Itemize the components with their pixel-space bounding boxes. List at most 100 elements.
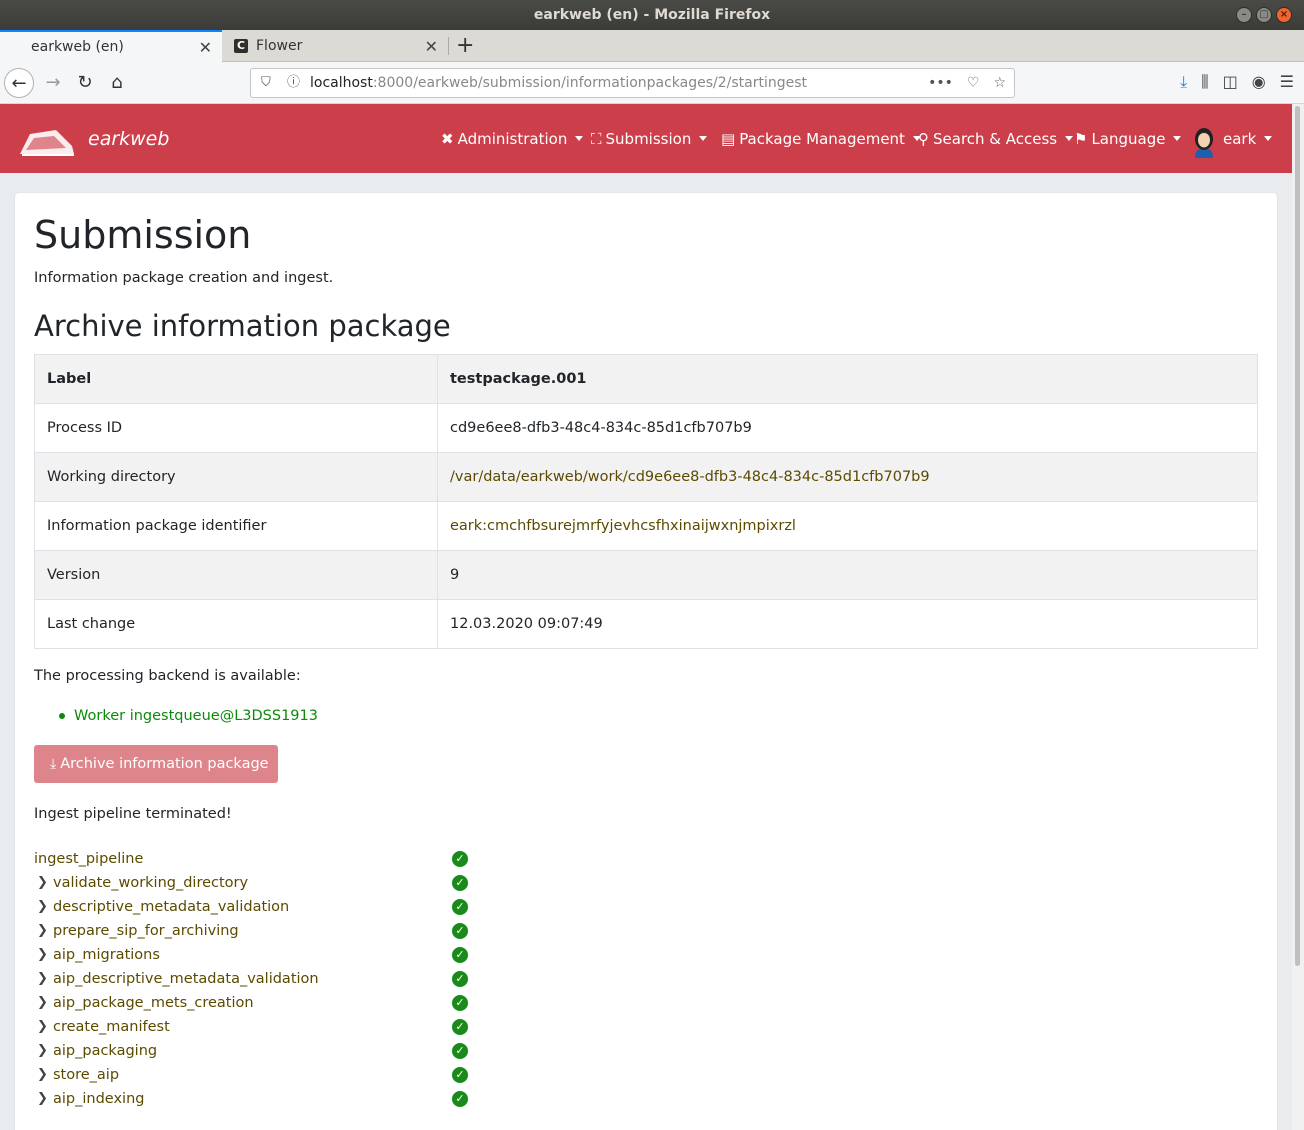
download-icon: ⤓ xyxy=(50,756,57,772)
task-name[interactable]: descriptive_metadata_validation xyxy=(53,895,289,919)
task-name[interactable]: create_manifest xyxy=(53,1015,170,1039)
close-tab-icon[interactable]: ✕ xyxy=(425,37,438,56)
task-item[interactable]: ❯ aip_indexing ✓ xyxy=(34,1087,494,1111)
working-directory-link[interactable]: /var/data/earkweb/work/cd9e6ee8-dfb3-48c… xyxy=(437,452,1258,502)
package-identifier-link[interactable]: eark:cmchfbsurejmrfyjevhcsfhxinaijwxnjmp… xyxy=(437,501,1258,551)
brand-name[interactable]: earkweb xyxy=(88,128,169,150)
menu-user[interactable]: eark xyxy=(1223,104,1273,173)
menu-administration[interactable]: ✖ Administration xyxy=(441,104,584,173)
task-name[interactable]: aip_packaging xyxy=(53,1039,157,1063)
task-name[interactable]: aip_migrations xyxy=(53,943,160,967)
package-info-table: Label testpackage.001 Process ID cd9e6ee… xyxy=(34,354,1258,649)
library-icon[interactable]: ⫼ xyxy=(1201,72,1208,92)
url-path: :8000/earkweb/submission/informationpack… xyxy=(372,75,808,91)
tab-title: Flower xyxy=(256,38,303,54)
chevron-right-icon[interactable]: ❯ xyxy=(37,967,48,991)
menu-icon[interactable]: ☰ xyxy=(1280,72,1294,92)
tab-bar: earkweb (en) ✕ C Flower ✕ + xyxy=(0,30,1304,62)
pocket-icon[interactable]: ♡ xyxy=(967,69,980,97)
menu-label: Package Management xyxy=(739,129,905,148)
tab-divider xyxy=(448,37,449,55)
backend-status-text: The processing backend is available: xyxy=(34,668,301,684)
chevron-right-icon[interactable]: ❯ xyxy=(37,943,48,967)
chevron-right-icon[interactable]: ❯ xyxy=(37,1015,48,1039)
menu-language[interactable]: ⚑ Language xyxy=(1074,104,1182,173)
check-circle-icon: ✓ xyxy=(452,899,468,915)
chevron-right-icon[interactable]: ❯ xyxy=(37,895,48,919)
check-circle-icon: ✓ xyxy=(452,1019,468,1035)
tab-flower[interactable]: C Flower ✕ xyxy=(224,30,448,62)
page-scrollbar[interactable] xyxy=(1292,104,1304,1130)
check-circle-icon: ✓ xyxy=(452,923,468,939)
minimize-icon[interactable]: – xyxy=(1236,7,1252,23)
new-tab-icon[interactable]: + xyxy=(456,33,474,58)
window-title: earkweb (en) - Mozilla Firefox xyxy=(533,7,771,23)
home-icon[interactable]: ⌂ xyxy=(102,68,132,98)
table-key: Last change xyxy=(34,599,438,649)
task-name[interactable]: aip_indexing xyxy=(53,1087,144,1111)
table-key: Working directory xyxy=(34,452,438,502)
maximize-icon[interactable]: □ xyxy=(1256,7,1272,23)
user-avatar-icon[interactable] xyxy=(1189,126,1219,158)
shield-icon[interactable]: ⛉ xyxy=(261,69,271,97)
task-item[interactable]: ❯ aip_package_mets_creation ✓ xyxy=(34,991,494,1015)
ingest-status-text: Ingest pipeline terminated! xyxy=(34,806,232,822)
page-title: Submission xyxy=(34,213,252,257)
task-item[interactable]: ❯ aip_migrations ✓ xyxy=(34,943,494,967)
url-text[interactable]: localhost:8000/earkweb/submission/inform… xyxy=(310,69,807,97)
table-row: Last change 12.03.2020 09:07:49 xyxy=(34,599,1258,649)
forward-icon[interactable]: → xyxy=(38,68,68,98)
info-icon[interactable]: ⓘ xyxy=(287,69,300,97)
sidebar-icon[interactable]: ◫ xyxy=(1223,72,1238,92)
task-name[interactable]: prepare_sip_for_archiving xyxy=(53,919,239,943)
account-icon[interactable]: ◉ xyxy=(1252,72,1266,92)
check-circle-icon: ✓ xyxy=(452,875,468,891)
task-name[interactable]: ingest_pipeline xyxy=(34,847,143,871)
menu-label: Submission xyxy=(605,129,692,148)
table-value: 12.03.2020 09:07:49 xyxy=(437,599,1258,649)
bookmark-star-icon[interactable]: ☆ xyxy=(993,69,1006,97)
menu-search-access[interactable]: ⚲ Search & Access xyxy=(918,104,1074,173)
bullet-icon xyxy=(59,713,65,719)
close-tab-icon[interactable]: ✕ xyxy=(199,38,212,57)
flower-favicon-icon: C xyxy=(234,39,248,53)
chevron-right-icon[interactable]: ❯ xyxy=(37,919,48,943)
close-window-icon[interactable]: × xyxy=(1276,7,1292,23)
task-item[interactable]: ❯ aip_descriptive_metadata_validation ✓ xyxy=(34,967,494,991)
chevron-right-icon[interactable]: ❯ xyxy=(37,1063,48,1087)
earkweb-logo-icon[interactable] xyxy=(16,124,76,158)
menu-submission[interactable]: ⛶ Submission xyxy=(591,104,708,173)
tab-earkweb[interactable]: earkweb (en) ✕ xyxy=(0,30,222,62)
chevron-right-icon[interactable]: ❯ xyxy=(37,991,48,1015)
chevron-right-icon[interactable]: ❯ xyxy=(37,871,48,895)
address-bar[interactable]: ⛉ ⓘ localhost:8000/earkweb/submission/in… xyxy=(250,68,1015,98)
menu-package-management[interactable]: ▤ Package Management xyxy=(721,104,921,173)
check-circle-icon: ✓ xyxy=(452,1043,468,1059)
table-row: Information package identifier eark:cmch… xyxy=(34,501,1258,551)
task-name[interactable]: store_aip xyxy=(53,1063,119,1087)
task-item[interactable]: ❯ validate_working_directory ✓ xyxy=(34,871,494,895)
task-item[interactable]: ❯ aip_packaging ✓ xyxy=(34,1039,494,1063)
reload-icon[interactable]: ↻ xyxy=(70,68,100,98)
task-item[interactable]: ❯ create_manifest ✓ xyxy=(34,1015,494,1039)
back-icon[interactable]: ← xyxy=(4,68,34,98)
task-item[interactable]: ingest_pipeline ✓ xyxy=(34,847,494,871)
check-circle-icon: ✓ xyxy=(452,947,468,963)
archive-package-button[interactable]: ⤓ Archive information package xyxy=(34,745,278,783)
caret-down-icon xyxy=(699,136,708,141)
task-item[interactable]: ❯ descriptive_metadata_validation ✓ xyxy=(34,895,494,919)
downloads-icon[interactable]: ⤓ xyxy=(1180,72,1187,92)
chevron-right-icon[interactable]: ❯ xyxy=(37,1039,48,1063)
table-row: Label testpackage.001 xyxy=(34,354,1258,404)
page-actions-icon[interactable]: ••• xyxy=(928,69,953,97)
chevron-right-icon[interactable]: ❯ xyxy=(37,1087,48,1111)
scrollbar-thumb[interactable] xyxy=(1295,106,1300,966)
task-name[interactable]: validate_working_directory xyxy=(53,871,248,895)
task-name[interactable]: aip_descriptive_metadata_validation xyxy=(53,967,319,991)
task-item[interactable]: ❯ store_aip ✓ xyxy=(34,1063,494,1087)
task-item[interactable]: ❯ prepare_sip_for_archiving ✓ xyxy=(34,919,494,943)
user-name: eark xyxy=(1223,129,1257,148)
check-circle-icon: ✓ xyxy=(452,1091,468,1107)
caret-down-icon xyxy=(1065,136,1074,141)
task-name[interactable]: aip_package_mets_creation xyxy=(53,991,254,1015)
